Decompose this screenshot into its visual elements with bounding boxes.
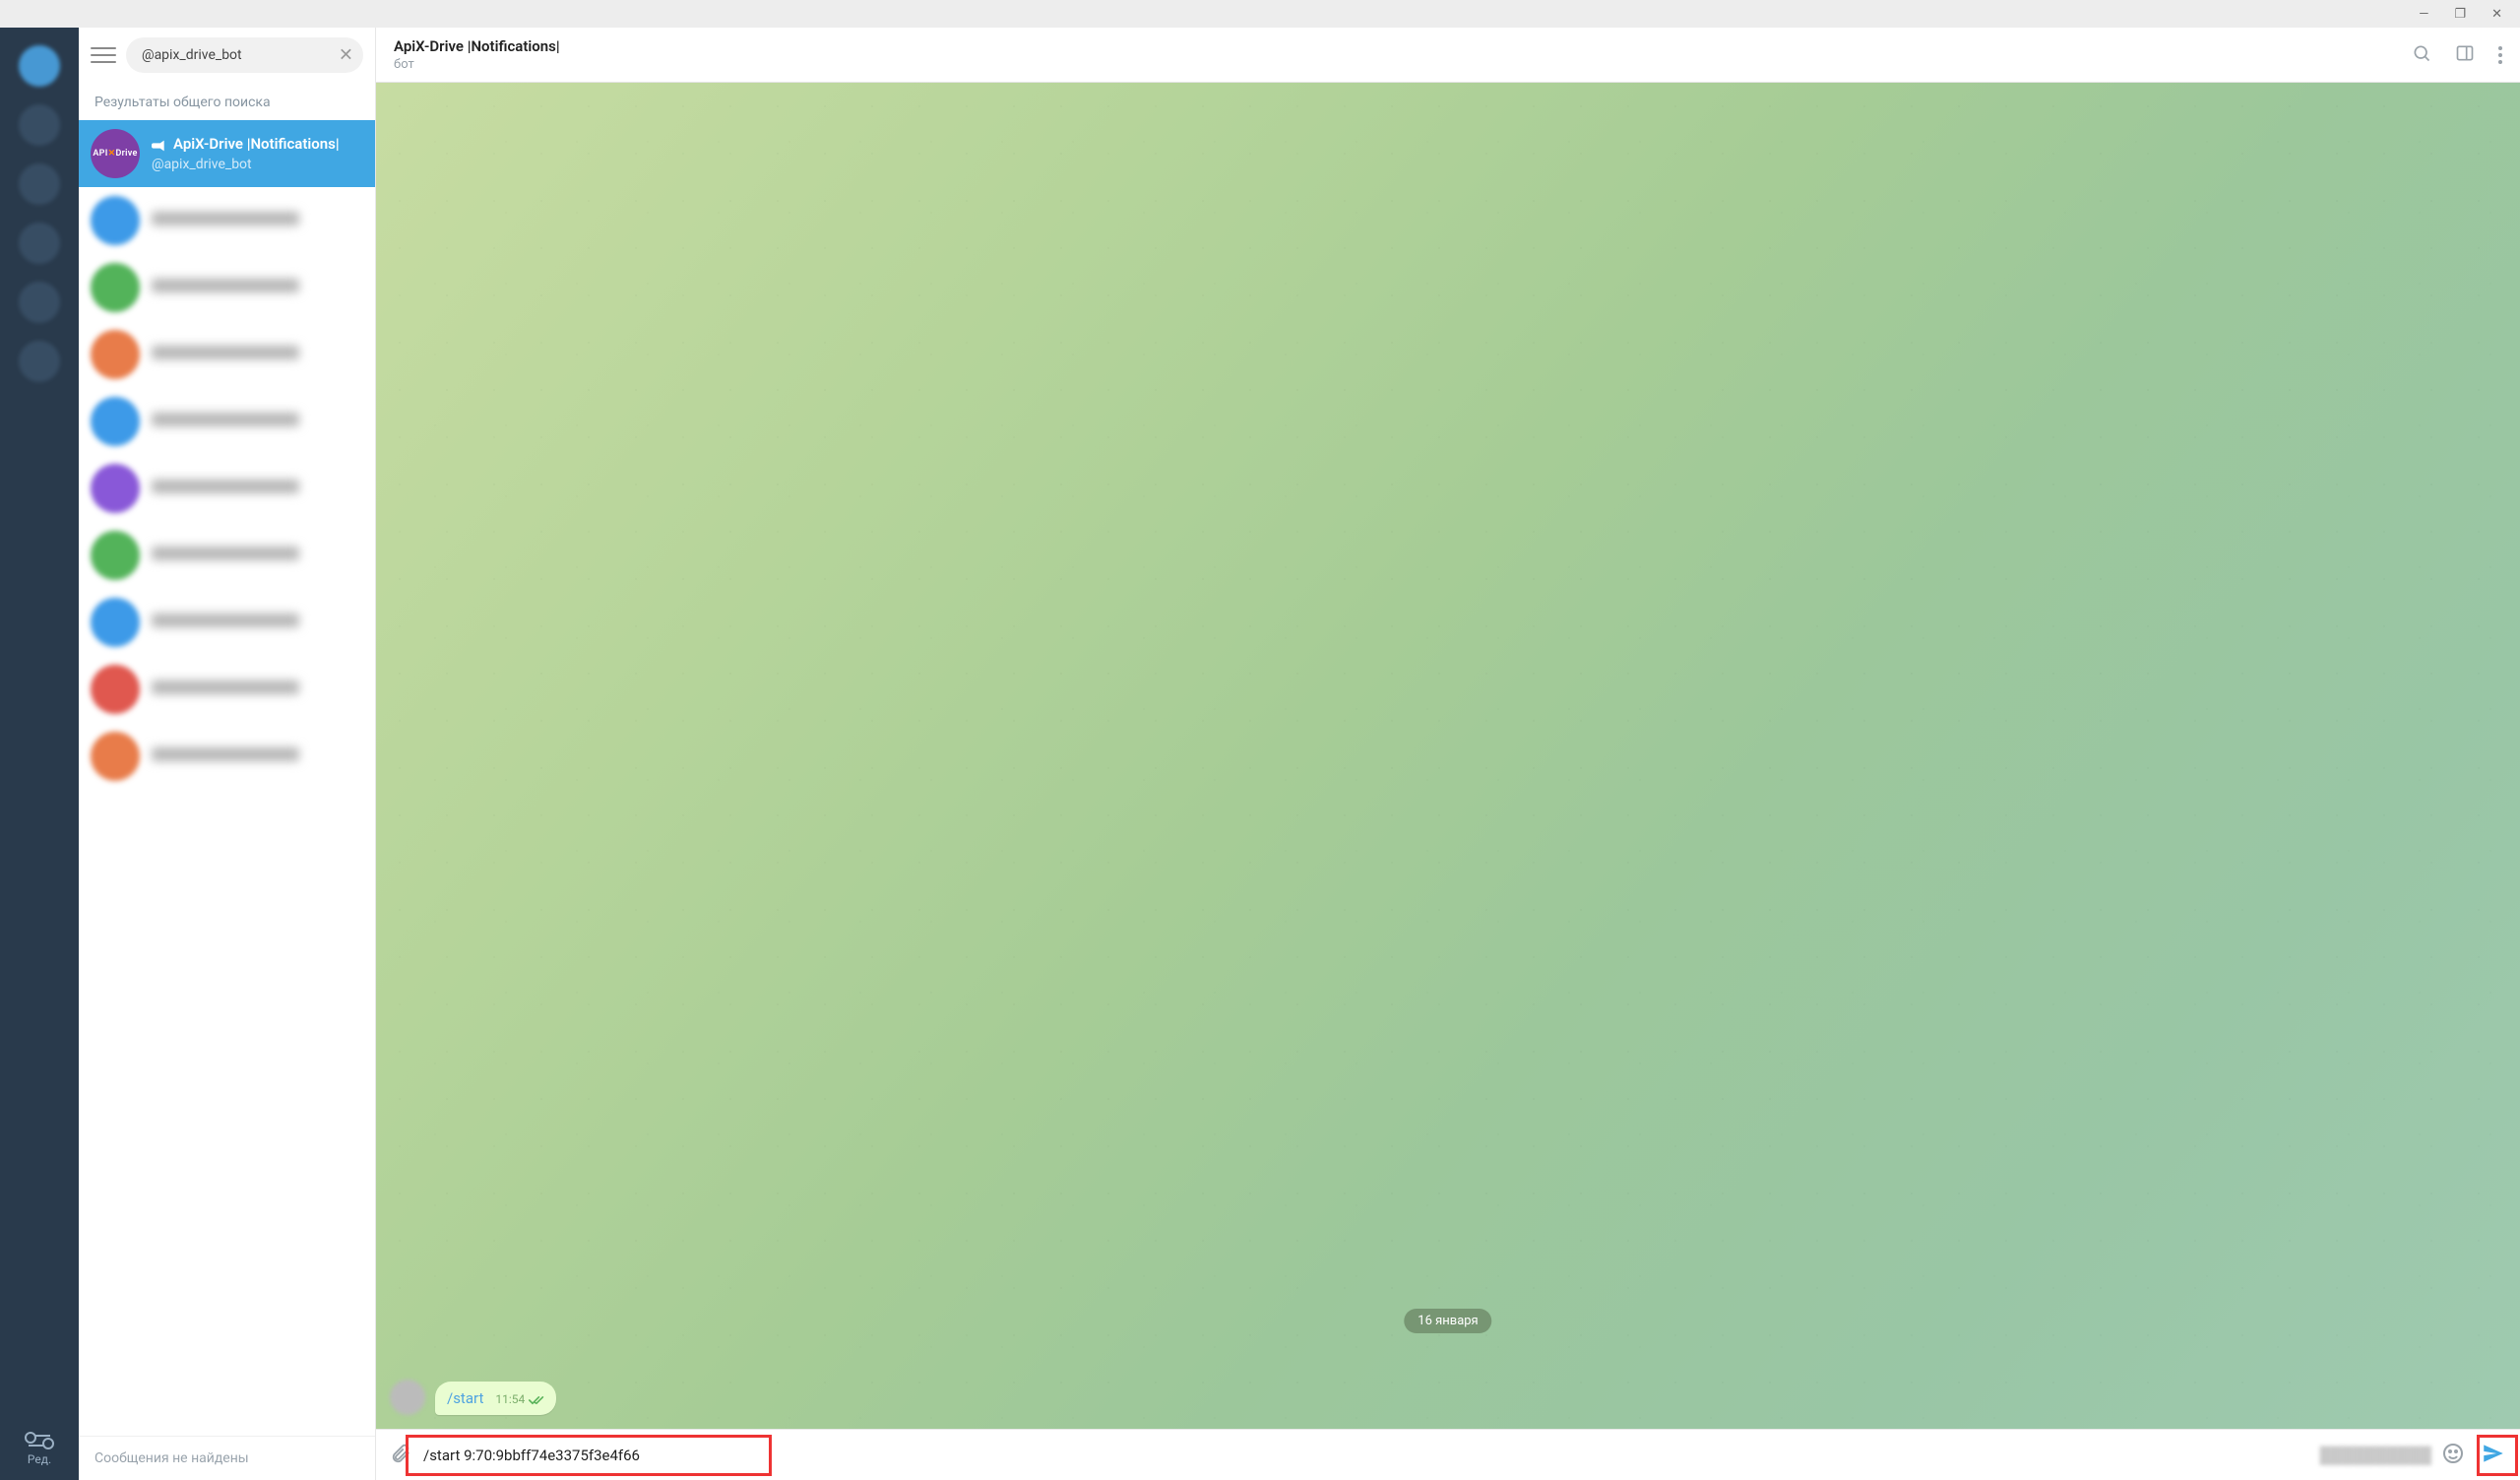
chat-subtitle: @apix_drive_bot [152,157,340,172]
chat-list-item[interactable] [79,723,375,790]
menu-button[interactable] [91,47,116,63]
chat-list-item[interactable] [79,522,375,589]
accounts-rail: Ред. [0,28,79,1480]
chat-list-item[interactable] [79,388,375,455]
message-row: /start 11:54 [390,1380,556,1415]
account-avatar[interactable] [19,223,60,264]
megaphone-icon [152,138,167,150]
chat-list-item[interactable] [79,656,375,723]
account-avatar[interactable] [19,282,60,323]
date-separator: 16 января [1404,1309,1491,1333]
chat-avatar [91,464,140,513]
sidebar-footer: Сообщения не найдены [79,1436,375,1480]
chat-avatar [91,263,140,312]
chat-list: API✕Drive ApiX-Drive |Notifications| @ap… [79,120,375,1436]
window-close-button[interactable]: ✕ [2491,7,2502,22]
chat-header: ApiX-Drive |Notifications| бот [376,28,2520,83]
attach-icon[interactable] [390,1443,411,1468]
chat-avatar [91,196,140,245]
account-avatar[interactable] [19,163,60,205]
window-maximize-button[interactable]: ❐ [2454,7,2466,22]
edit-label: Ред. [28,1452,51,1466]
read-ticks-icon [529,1394,544,1404]
window-titlebar: — ❐ ✕ [0,0,2520,28]
sliders-icon [29,1435,50,1447]
message-avatar[interactable] [390,1380,425,1415]
search-field-wrap: ✕ [126,37,363,73]
chat-avatar [91,531,140,580]
sidebar: ✕ Результаты общего поиска API✕Drive Api [79,28,376,1480]
account-avatar[interactable] [19,104,60,146]
account-avatar[interactable] [19,45,60,87]
send-button[interactable] [2481,1441,2506,1470]
chat-avatar [91,598,140,647]
compose-bar: ██████████ [376,1429,2520,1480]
account-avatar[interactable] [19,341,60,382]
clear-search-icon[interactable]: ✕ [339,45,353,66]
redacted-text: ██████████ [2320,1446,2431,1465]
chat-messages-area[interactable]: 16 января /start 11:54 [376,83,2520,1429]
chat-list-item[interactable] [79,589,375,656]
message-text: /start [447,1389,483,1407]
chat-avatar [91,732,140,781]
chat-list-item[interactable] [79,187,375,254]
emoji-icon[interactable] [2441,1442,2465,1469]
chat-title: ApiX-Drive |Notifications| [173,135,340,153]
chat-list-item[interactable] [79,254,375,321]
edit-accounts-button[interactable]: Ред. [28,1435,51,1466]
chat-header-subtitle: бот [394,57,560,72]
chat-list-item[interactable] [79,455,375,522]
chat-avatar [91,330,140,379]
search-in-chat-icon[interactable] [2412,43,2431,67]
message-time: 11:54 [495,1392,525,1406]
search-section-label: Результаты общего поиска [79,83,375,120]
chat-avatar [91,397,140,446]
window-minimize-button[interactable]: — [2419,7,2428,22]
search-input[interactable] [126,37,363,73]
chat-header-title[interactable]: ApiX-Drive |Notifications| [394,37,560,55]
more-options-icon[interactable] [2498,46,2502,64]
chat-list-item-apix[interactable]: API✕Drive ApiX-Drive |Notifications| @ap… [79,120,375,187]
message-bubble[interactable]: /start 11:54 [435,1382,556,1415]
chat-avatar: API✕Drive [91,129,140,178]
side-panel-icon[interactable] [2455,43,2475,67]
chat-list-item[interactable] [79,321,375,388]
message-input[interactable] [421,1441,2322,1470]
chat-avatar [91,665,140,714]
chat-pane: ApiX-Drive |Notifications| бот 16 января [376,28,2520,1480]
